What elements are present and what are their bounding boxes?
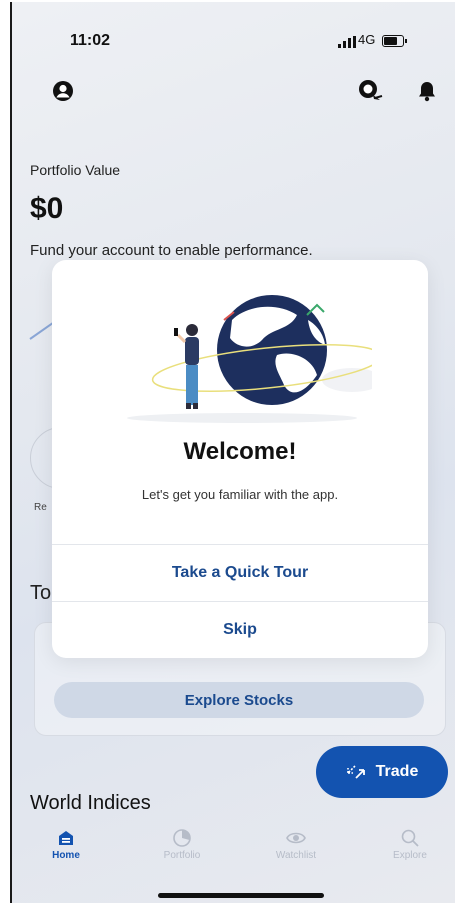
portfolio-value-label: Portfolio Value [30,162,121,178]
portfolio-icon [173,829,191,847]
tab-home[interactable]: Home [26,820,106,861]
status-time: 11:02 [70,32,111,49]
welcome-subtitle: Let's get you familiar with the app. [141,487,339,502]
globe-illustration [127,295,372,423]
explore-stocks-button[interactable]: Explore Stocks [54,682,424,718]
bottom-tab-bar: Home Portfolio Watchlist Explore [12,820,455,880]
battery-icon [382,35,407,47]
profile-icon[interactable] [52,80,74,102]
search-icon [401,829,419,847]
section-title-partial: To [30,582,52,604]
signal-icon [338,36,356,48]
fund-account-message: Fund your account to enable performance. [30,242,313,259]
quick-action-label: Re [34,502,47,513]
tab-explore-label: Explore [393,850,427,861]
tab-watchlist[interactable]: Watchlist [256,820,336,861]
app-screen: 11:02 4G Portfolio Value $0 Fund your ac… [10,2,455,903]
chat-icon[interactable] [357,78,383,104]
trade-arrows-icon [346,765,365,779]
network-type: 4G [358,32,376,47]
portfolio-value: $0 [30,192,64,225]
trade-button-label: Trade [375,763,419,780]
world-indices-title: World Indices [30,792,151,814]
status-bar: 11:02 4G [12,2,455,72]
skip-button[interactable]: Skip [52,602,428,658]
trade-button[interactable]: Trade [316,746,448,798]
take-quick-tour-button[interactable]: Take a Quick Tour [52,545,428,601]
tab-portfolio[interactable]: Portfolio [142,820,222,861]
tab-watchlist-label: Watchlist [275,850,317,861]
welcome-title: Welcome! [183,438,297,465]
home-icon [59,831,73,845]
eye-icon [286,832,306,844]
bell-icon[interactable] [416,80,438,102]
home-indicator [158,893,324,898]
tab-explore[interactable]: Explore [370,820,450,861]
tab-portfolio-label: Portfolio [163,850,201,861]
welcome-modal: Welcome! Let's get you familiar with the… [52,260,428,658]
tab-home-label: Home [52,850,80,861]
